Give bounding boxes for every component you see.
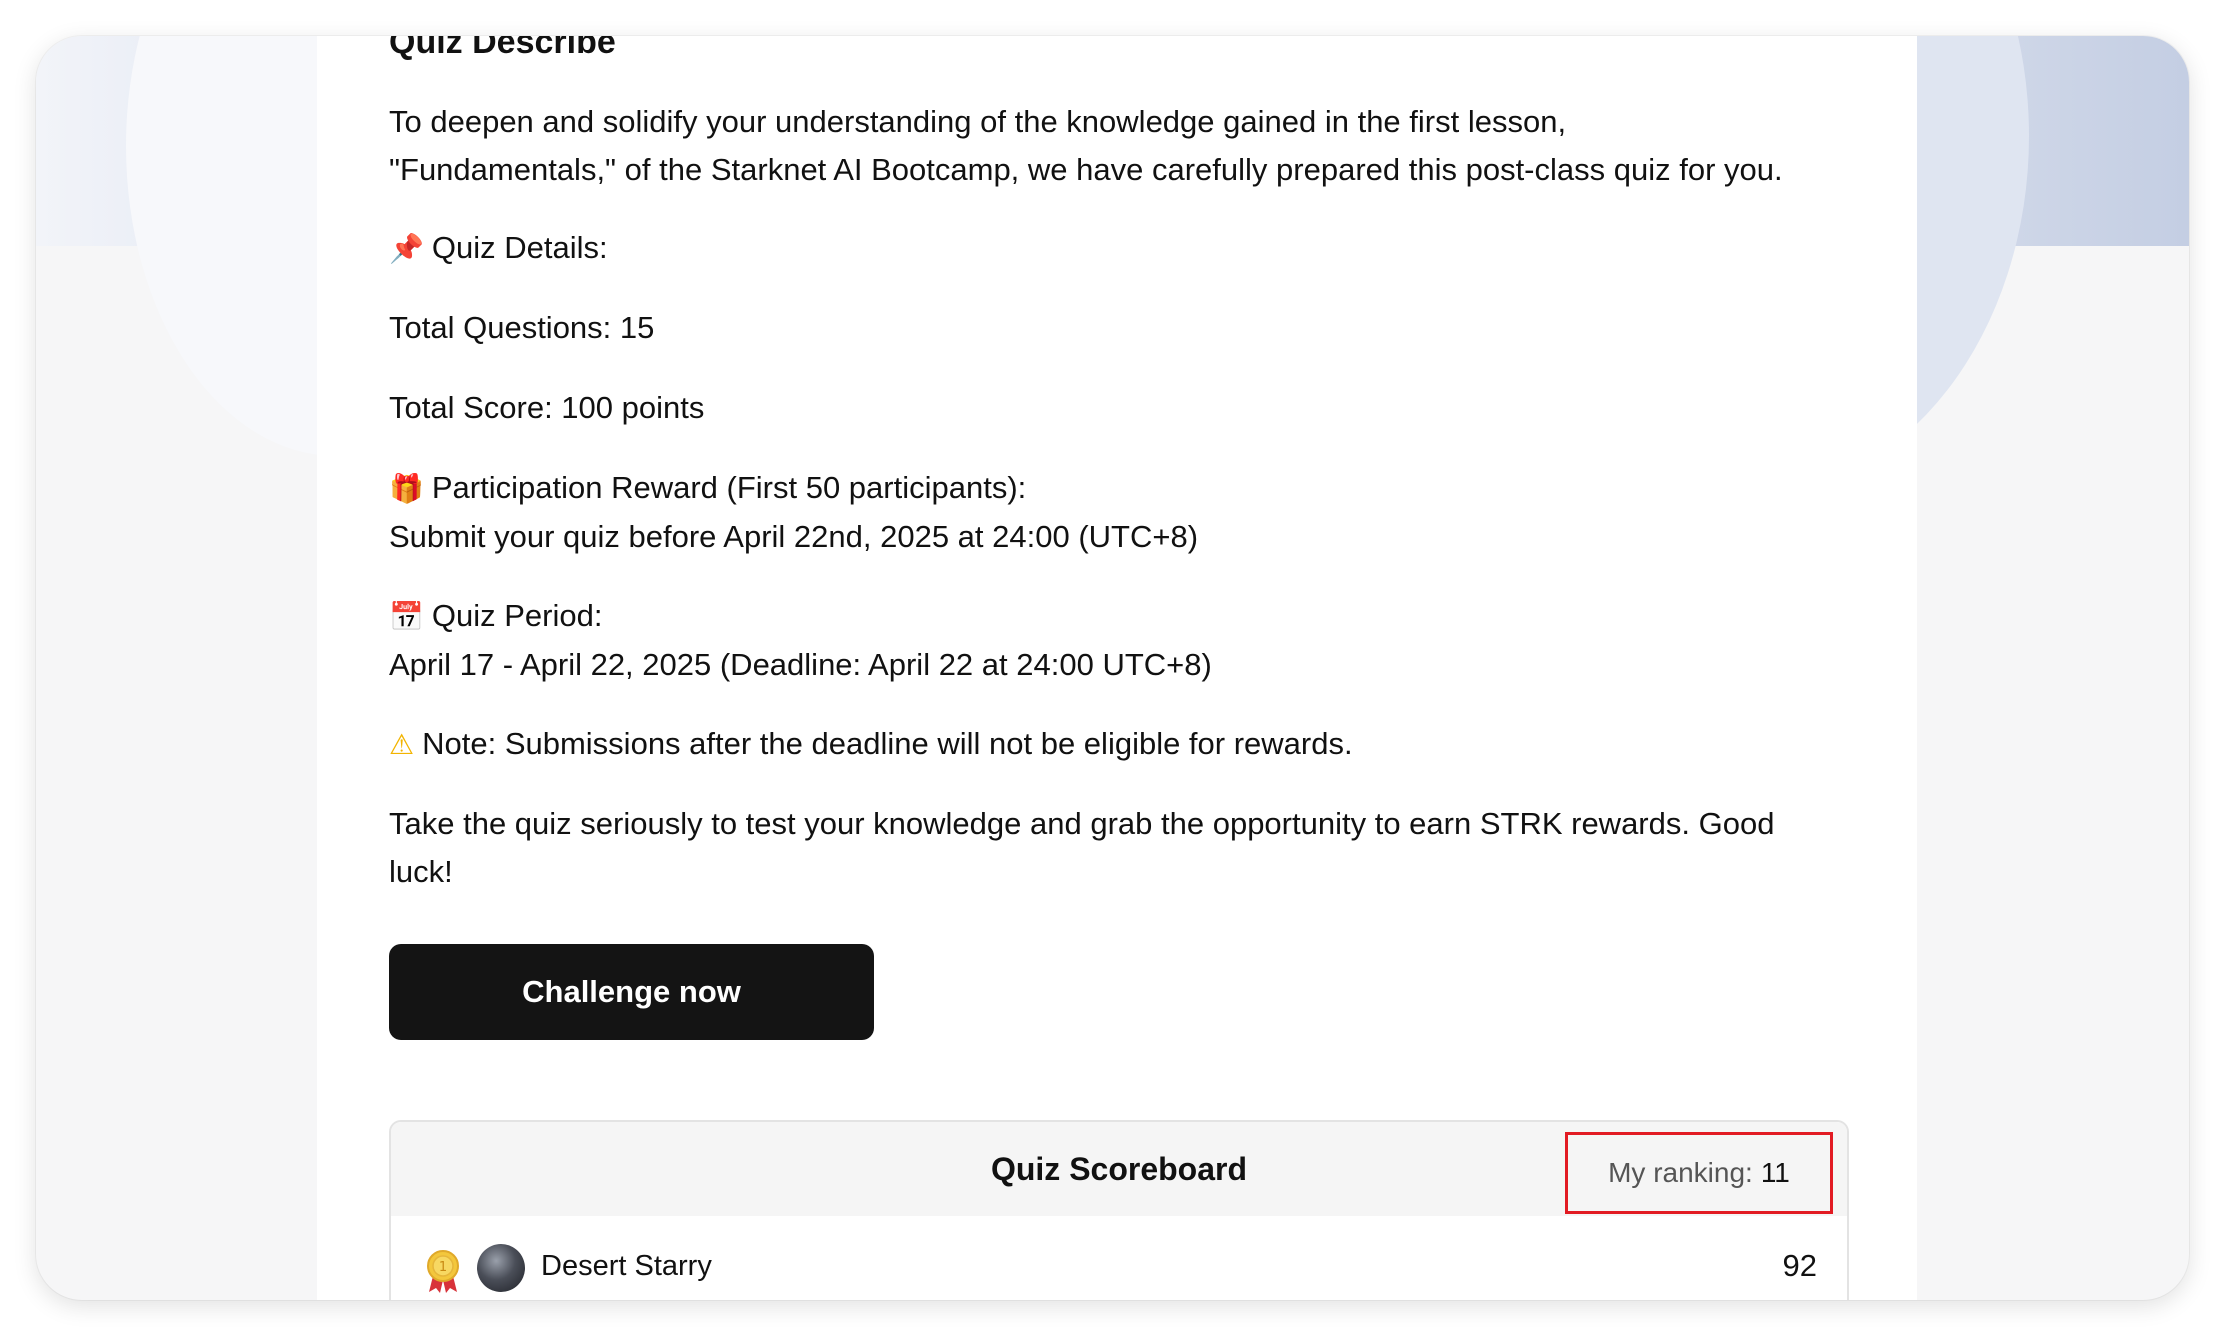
scoreboard-row[interactable]: 1 Desert Starry 92 — [391, 1238, 1847, 1298]
participant-score: 92 — [1782, 1248, 1817, 1283]
ranking-value: 11 — [1760, 1157, 1790, 1188]
my-ranking: My ranking: 11 — [1565, 1132, 1833, 1214]
intro-line-1: To deepen and solidify your understandin… — [389, 104, 1567, 139]
ranking-label: My ranking: — [1608, 1157, 1753, 1188]
period-text: April 17 - April 22, 2025 (Deadline: Apr… — [389, 647, 1212, 682]
participant-name: Desert Starry — [541, 1250, 712, 1282]
svg-text:1: 1 — [439, 1260, 447, 1275]
calendar-icon: 📅 — [389, 600, 424, 633]
closing-line-2: luck! — [389, 854, 453, 889]
gift-icon: 🎁 — [389, 472, 424, 505]
closing-text: Take the quiz seriously to test your kno… — [389, 800, 1849, 896]
banner-decoration-right — [1469, 36, 2189, 496]
quiz-heading: Quiz Describe — [389, 36, 616, 61]
details-label: Quiz Details: — [431, 230, 608, 265]
browser-window: Quiz Describe To deepen and solidify you… — [36, 36, 2189, 1300]
quiz-scoreboard: Quiz Scoreboard My ranking: 11 1 Desert S… — [389, 1120, 1849, 1300]
note-text: Note: Submissions after the deadline wil… — [422, 726, 1353, 761]
total-questions: Total Questions: 15 — [389, 310, 655, 345]
reward-label: Participation Reward (First 50 participa… — [431, 470, 1027, 505]
total-score: Total Score: 100 points — [389, 390, 705, 425]
scoreboard-header: Quiz Scoreboard My ranking: 11 — [391, 1122, 1847, 1216]
avatar — [477, 1244, 525, 1292]
quiz-content-panel: Quiz Describe To deepen and solidify you… — [317, 36, 1917, 1300]
challenge-now-button[interactable]: Challenge now — [389, 944, 874, 1040]
deadline-note: ⚠ Note: Submissions after the deadline wi… — [389, 720, 1849, 769]
participation-reward: 🎁 Participation Reward (First 50 particip… — [389, 464, 1849, 561]
gold-medal-icon: 1 — [427, 1250, 459, 1293]
pushpin-icon: 📌 — [389, 232, 424, 265]
intro-line-2: "Fundamentals," of the Starknet AI Bootc… — [389, 152, 1783, 187]
warning-icon: ⚠ — [389, 728, 415, 761]
quiz-intro: To deepen and solidify your understandin… — [389, 98, 1849, 194]
quiz-details-heading: 📌 Quiz Details: — [389, 224, 1849, 273]
quiz-period: 📅 Quiz Period: April 17 - April 22, 2025 … — [389, 592, 1849, 689]
reward-text: Submit your quiz before April 22nd, 2025… — [389, 519, 1199, 554]
closing-line-1: Take the quiz seriously to test your kno… — [389, 806, 1775, 841]
scoreboard-title: Quiz Scoreboard — [990, 1150, 1248, 1187]
period-label: Quiz Period: — [431, 598, 603, 633]
